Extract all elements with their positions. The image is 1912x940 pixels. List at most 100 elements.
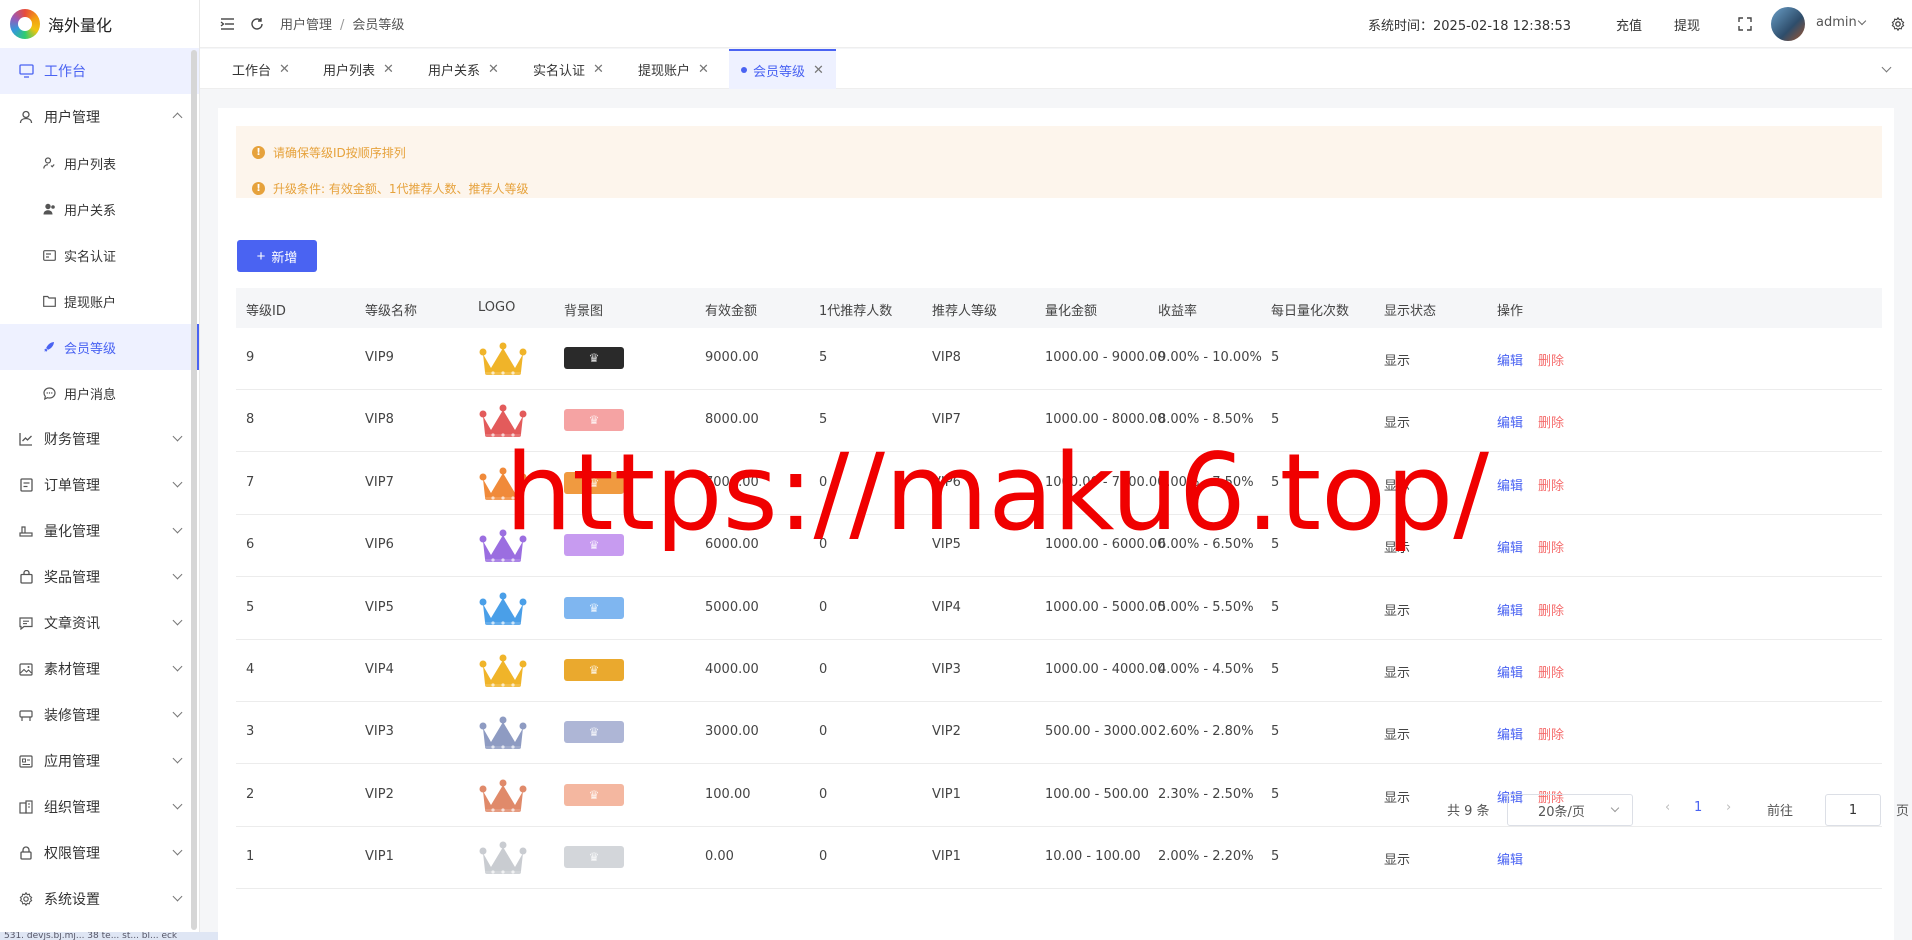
sidebar-scrollbar[interactable] (191, 50, 197, 930)
edit-button[interactable]: 编辑 (1497, 600, 1523, 619)
breadcrumb-item[interactable]: 用户管理 (280, 18, 332, 33)
close-icon[interactable]: ✕ (698, 62, 709, 77)
cell-refs: 0 (819, 786, 828, 802)
sidebar-group-6[interactable]: 装修管理 (0, 692, 199, 738)
crown-logo-icon (479, 342, 527, 375)
close-icon[interactable]: ✕ (383, 62, 394, 77)
tab-user-list[interactable]: 用户列表 ✕ (311, 49, 406, 89)
avatar[interactable] (1771, 7, 1805, 41)
close-icon[interactable]: ✕ (813, 63, 824, 78)
cell-status: 显示 (1384, 541, 1411, 557)
sidebar-group-0[interactable]: 财务管理 (0, 416, 199, 462)
sidebar-item-withdraw-account[interactable]: 提现账户 (0, 278, 199, 324)
image-icon (18, 661, 34, 677)
sidebar-group-10[interactable]: 系统设置 (0, 876, 199, 922)
column-header: 背景图 (564, 304, 604, 319)
menu-label: 应用管理 (44, 754, 100, 770)
sidebar-item-user-list[interactable]: 用户列表 (0, 140, 199, 186)
fullscreen-icon[interactable] (1736, 15, 1754, 33)
cell-rate: 4.00% - 4.50% (1158, 662, 1254, 677)
menu-collapse-icon[interactable] (218, 15, 236, 33)
cell-id: 4 (246, 662, 255, 677)
sidebar-group-5[interactable]: 素材管理 (0, 646, 199, 692)
delete-button[interactable]: 删除 (1538, 412, 1564, 431)
cell-amount: 5000.00 (705, 599, 759, 615)
withdraw-link[interactable]: 提现 (1674, 15, 1700, 34)
delete-button[interactable]: 删除 (1538, 537, 1564, 556)
delete-button[interactable]: 删除 (1538, 724, 1564, 743)
recharge-link[interactable]: 充值 (1616, 15, 1642, 34)
sidebar-item-label: 会员等级 (64, 341, 117, 357)
tab-real-name[interactable]: 实名认证 ✕ (521, 49, 616, 89)
cell-rate: 7.00% - 7.50% (1158, 474, 1254, 490)
sidebar-item-user-message[interactable]: 用户消息 (0, 370, 199, 416)
sidebar-group-9[interactable]: 权限管理 (0, 830, 199, 876)
edit-button[interactable]: 编辑 (1497, 475, 1523, 494)
sidebar-group-2[interactable]: 量化管理 (0, 508, 199, 554)
edit-button[interactable]: 编辑 (1497, 537, 1523, 556)
cell-refs: 0 (819, 599, 828, 615)
monitor-icon (18, 63, 34, 79)
tab-withdraw-account[interactable]: 提现账户 ✕ (626, 49, 721, 89)
edit-button[interactable]: 编辑 (1497, 724, 1523, 743)
menu: 工作台 用户管理 用户列表 用户关系 实名认证 提现账户 会员等级 用户消息 财… (0, 48, 199, 922)
close-icon[interactable]: ✕ (279, 62, 290, 77)
chevron-down-icon (172, 799, 183, 810)
cell-rate: 2.00% - 2.20% (1158, 849, 1254, 865)
delete-button[interactable]: 删除 (1538, 662, 1564, 681)
tab-label: 用户关系 (428, 63, 481, 79)
sidebar-group-3[interactable]: 奖品管理 (0, 554, 199, 600)
refresh-icon[interactable] (248, 15, 266, 33)
sidebar-item-real-name[interactable]: 实名认证 (0, 232, 199, 278)
edit-button[interactable]: 编辑 (1497, 849, 1523, 868)
chevron-down-icon[interactable] (1881, 62, 1892, 73)
sidebar-group-1[interactable]: 订单管理 (0, 462, 199, 508)
table-row: 2 VIP2 100.00 0 VIP1 100.00 - 500.00 2.30% - 2… (236, 765, 1882, 827)
delete-button[interactable]: 删除 (1538, 475, 1564, 494)
app-name: 海外量化 (48, 16, 113, 35)
delete-button[interactable]: 删除 (1538, 600, 1564, 619)
brand[interactable]: 海外量化 (0, 0, 199, 48)
page-number-current[interactable]: 1 (1694, 800, 1702, 832)
edit-button[interactable]: 编辑 (1497, 412, 1523, 431)
alert-text: 请确保等级ID按顺序排列 (273, 145, 406, 160)
cell-daily: 5 (1271, 724, 1280, 740)
gear-icon[interactable] (1889, 15, 1907, 33)
tab-bar: 工作台 ✕ 用户列表 ✕ 用户关系 ✕ 实名认证 ✕ 提现账户 ✕ 会员等级 ✕ (200, 49, 1912, 89)
table-row: 3 VIP3 3000.00 0 VIP2 500.00 - 3000.00 2.60% -… (236, 702, 1882, 765)
sidebar-item-member-level[interactable]: 会员等级 (0, 324, 199, 370)
page-size-select[interactable]: 20条/页 (1507, 794, 1633, 826)
tab-workspace[interactable]: 工作台 ✕ (220, 49, 302, 89)
prev-page-icon[interactable]: ‹ (1665, 800, 1670, 832)
sidebar-item-label: 用户列表 (64, 157, 117, 173)
cell-daily: 5 (1271, 537, 1280, 553)
close-icon[interactable]: ✕ (593, 62, 604, 77)
edit-button[interactable]: 编辑 (1497, 350, 1523, 369)
edit-button[interactable]: 编辑 (1497, 662, 1523, 681)
menu-item-user-mgmt[interactable]: 用户管理 (0, 94, 199, 140)
next-page-icon[interactable]: › (1726, 800, 1731, 832)
tab-user-relation[interactable]: 用户关系 ✕ (416, 49, 511, 89)
column-header: 推荐人等级 (932, 304, 998, 319)
chevron-down-icon[interactable] (1857, 16, 1867, 26)
add-button[interactable]: + 新增 (237, 240, 317, 272)
goto-page-input[interactable]: 1 (1825, 794, 1881, 826)
delete-button[interactable]: 删除 (1538, 350, 1564, 369)
cell-ref_level: VIP1 (932, 849, 961, 865)
menu-item-workspace[interactable]: 工作台 (0, 48, 199, 94)
tab-member-level[interactable]: 会员等级 ✕ (729, 49, 836, 89)
cell-ref_level: VIP8 (932, 350, 961, 365)
close-icon[interactable]: ✕ (488, 62, 499, 77)
sidebar-group-7[interactable]: 应用管理 (0, 738, 199, 784)
sidebar-item-user-relation[interactable]: 用户关系 (0, 186, 199, 232)
chevron-down-icon (1610, 803, 1620, 813)
id-card-icon (42, 248, 56, 262)
cell-name: VIP1 (365, 849, 394, 865)
cell-daily: 5 (1271, 849, 1280, 865)
user-name[interactable]: admin (1816, 15, 1857, 30)
sidebar-group-8[interactable]: 组织管理 (0, 784, 199, 830)
cell-amount: 8000.00 (705, 412, 759, 428)
column-header: 等级ID (246, 304, 286, 319)
cell-ref_level: VIP5 (932, 537, 961, 553)
sidebar-group-4[interactable]: 文章资讯 (0, 600, 199, 646)
